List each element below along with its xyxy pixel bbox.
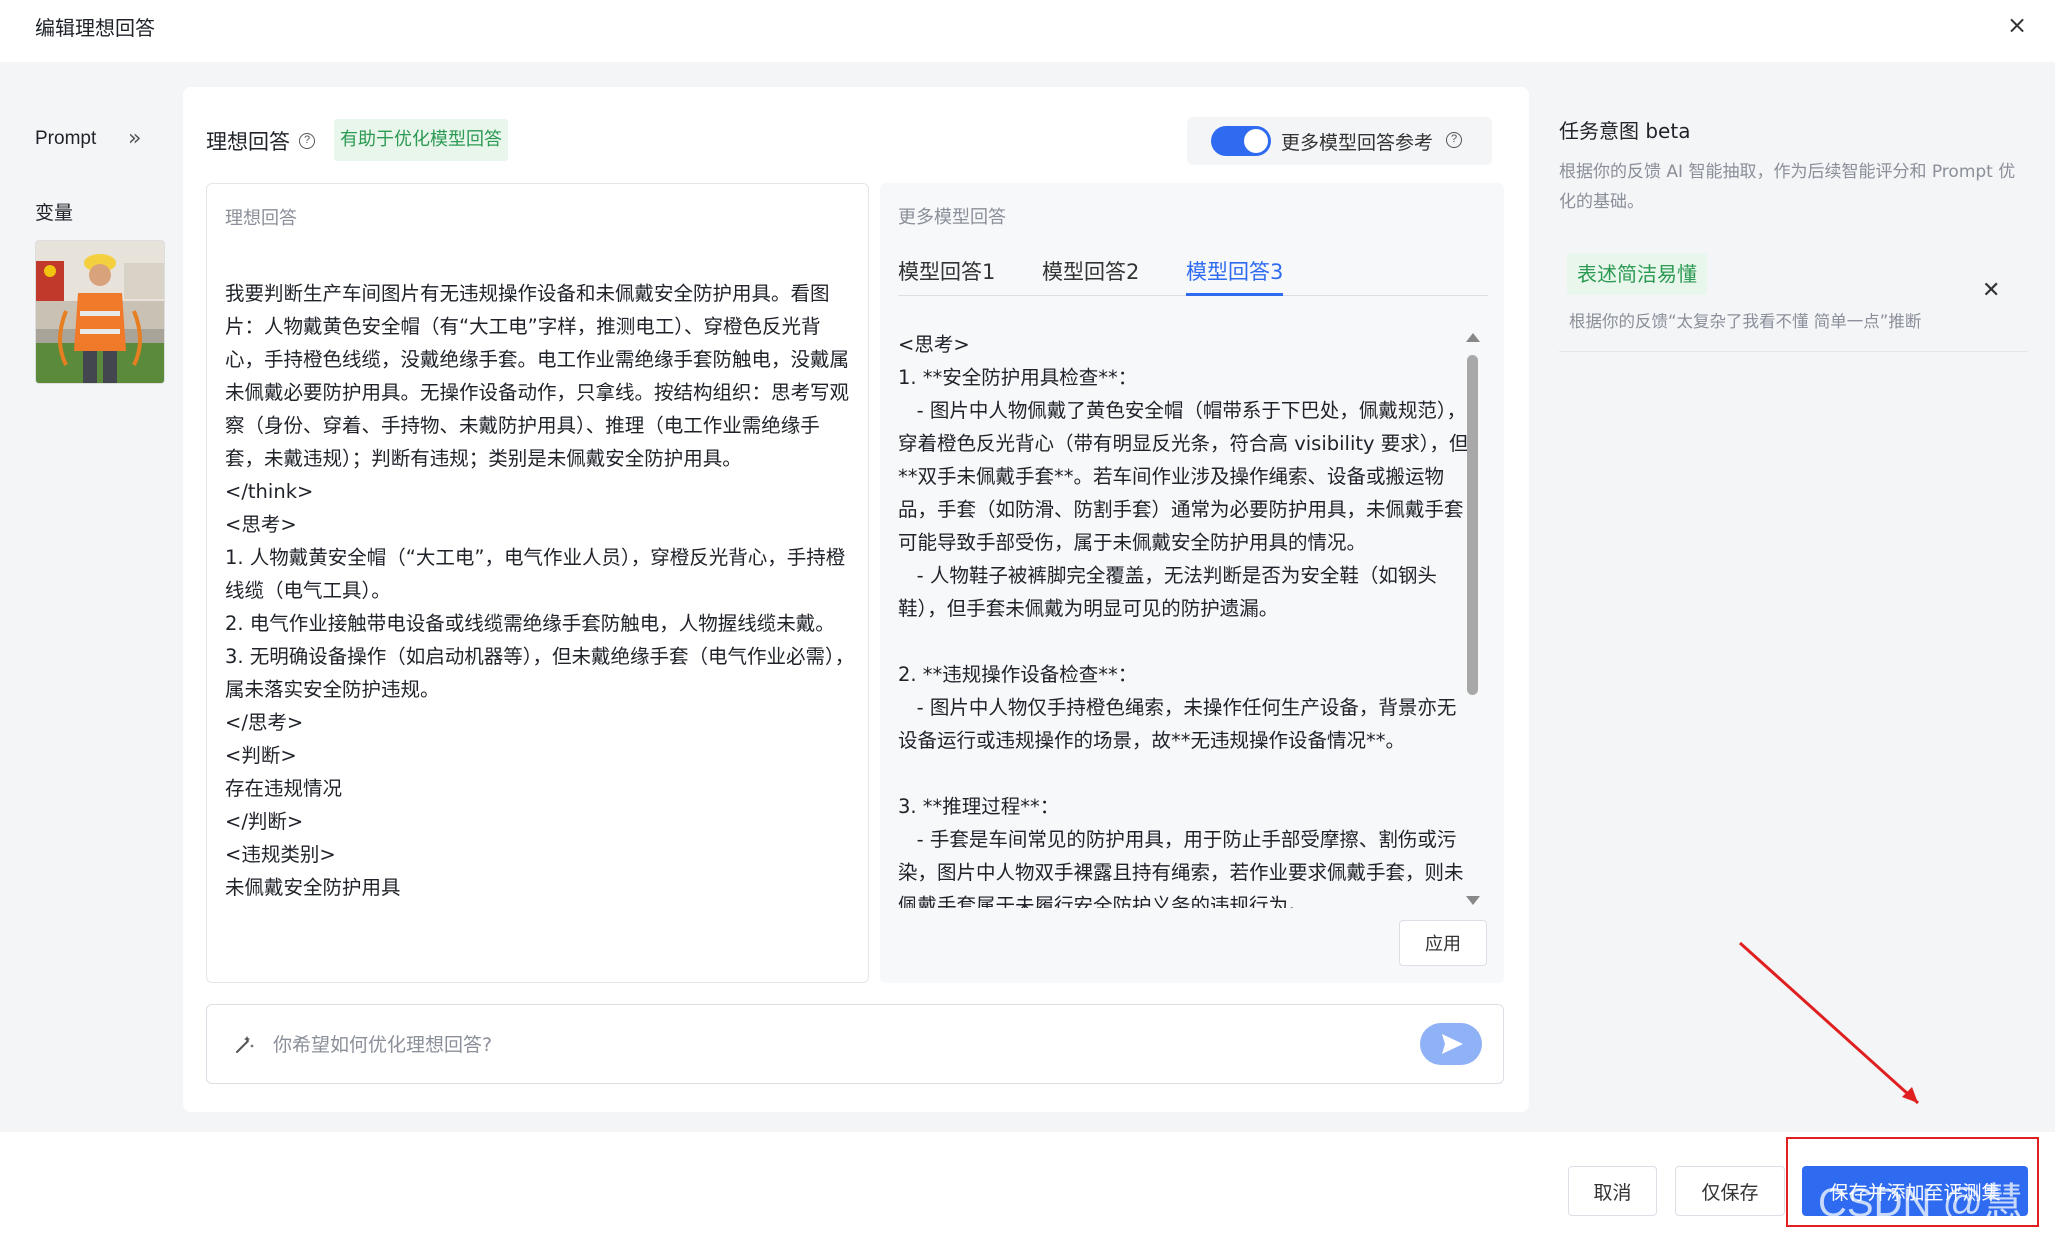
more-models-toggle[interactable] [1211, 126, 1271, 156]
variable-image-thumbnail[interactable] [35, 240, 165, 384]
more-models-label: 更多模型回答参考 [1281, 132, 1434, 154]
task-intent-description: 根据你的反馈 AI 智能抽取，作为后续智能评分和 Prompt 优化的基础。 [1559, 162, 2016, 212]
dialog-title: 编辑理想回答 [35, 16, 155, 40]
magic-wand-icon [236, 1036, 254, 1053]
more-models-toggle-box: 更多模型回答参考 ? [1187, 117, 1492, 165]
more-models-panel-label: 更多模型回答 [898, 207, 1006, 228]
intent-tag: 表述简洁易懂 [1567, 253, 1707, 295]
ideal-answer-title: 理想回答 [206, 130, 290, 154]
cancel-button[interactable]: 取消 [1568, 1166, 1657, 1216]
worker-photo-icon [36, 241, 164, 383]
scroll-up-arrow-icon[interactable] [1466, 333, 1480, 342]
optimize-input[interactable] [273, 1025, 1373, 1065]
ideal-panel-label: 理想回答 [225, 208, 297, 229]
send-button[interactable] [1420, 1023, 1482, 1065]
save-only-button[interactable]: 仅保存 [1675, 1166, 1785, 1216]
prompt-label: Prompt [35, 128, 97, 149]
prompt-row[interactable]: Prompt » [35, 126, 155, 152]
scroll-down-arrow-icon[interactable] [1466, 896, 1480, 905]
help-icon[interactable]: ? [299, 133, 315, 149]
scroll-thumb[interactable] [1467, 355, 1478, 695]
close-icon[interactable]: × [2002, 10, 2032, 40]
tab-model-answer-1[interactable]: 模型回答1 [898, 256, 995, 296]
more-models-panel: 更多模型回答 模型回答1 模型回答2 模型回答3 <思考> 1. **安全防护用… [880, 183, 1504, 983]
help-icon[interactable]: ? [1446, 132, 1462, 148]
apply-button[interactable]: 应用 [1399, 920, 1487, 966]
tab-model-answer-2[interactable]: 模型回答2 [1042, 256, 1139, 296]
intent-source-text: 根据你的反馈“太复杂了我看不懂 简单一点”推断 [1569, 312, 1922, 331]
ideal-answer-text[interactable]: 我要判断生产车间图片有无违规操作设备和未佩戴安全防护用具。看图片：人物戴黄色安全… [225, 277, 857, 904]
toggle-knob [1244, 129, 1268, 153]
variables-label: 变量 [35, 202, 74, 224]
save-and-add-button[interactable]: 保存并添加至评测集 [1802, 1166, 2028, 1216]
model-tabs: 模型回答1 模型回答2 模型回答3 [898, 256, 1488, 296]
expand-icon[interactable]: » [128, 126, 141, 151]
scrollbar[interactable] [1463, 333, 1481, 905]
ideal-answer-panel[interactable]: 理想回答 我要判断生产车间图片有无违规操作设备和未佩戴安全防护用具。看图片：人物… [206, 183, 869, 983]
intent-item: 表述简洁易懂 根据你的反馈“太复杂了我看不懂 简单一点”推断 ✕ [1559, 240, 2028, 352]
optimize-input-bar [206, 1004, 1504, 1084]
send-icon [1442, 1034, 1463, 1054]
helpful-tag: 有助于优化模型回答 [334, 119, 508, 161]
tab-model-answer-3[interactable]: 模型回答3 [1186, 256, 1284, 296]
remove-intent-icon[interactable]: ✕ [1982, 278, 2000, 303]
task-intent-title: 任务意图 beta [1559, 119, 1691, 143]
model-answer-text: <思考> 1. **安全防护用具检查**： - 图片中人物佩戴了黄色安全帽（帽带… [898, 333, 1469, 908]
dialog-header: 编辑理想回答 × [0, 0, 2055, 62]
